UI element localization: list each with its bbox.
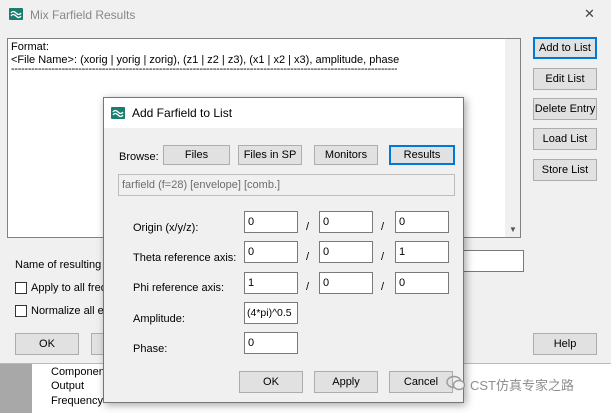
slash-separator: / [381,281,385,293]
dialog-title: Add Farfield to List [132,106,233,120]
slash-separator: / [381,251,385,263]
tree-item: Componen [51,366,105,378]
dialog-apply-button[interactable]: Apply [314,371,378,393]
add-to-list-button[interactable]: Add to List [533,37,597,59]
watermark-logo-icon [446,375,466,391]
edit-list-button[interactable]: Edit List [533,68,597,90]
amplitude-label: Amplitude: [133,313,185,325]
tree-item: Output [51,380,85,392]
tree-item: Frequency [51,395,103,407]
apply-all-frequencies-checkbox[interactable] [15,282,27,294]
watermark-text: CST仿真专家之路 [470,378,575,393]
dialog-logo-icon [111,107,125,119]
format-separator: ----------------------------------------… [11,63,397,75]
delete-entry-button[interactable]: Delete Entry [533,98,597,120]
phi-y-input[interactable]: 0 [319,272,373,294]
browse-label: Browse: [119,151,159,163]
load-list-button[interactable]: Load List [533,128,597,150]
origin-y-input[interactable]: 0 [319,211,373,233]
theta-axis-label: Theta reference axis: [133,252,237,264]
browse-results-button[interactable]: Results [389,145,455,165]
phi-x-input[interactable]: 1 [244,272,298,294]
slash-separator: / [306,251,310,263]
slash-separator: / [306,281,310,293]
format-header: Format: [11,41,49,53]
theta-y-input[interactable]: 0 [319,241,373,263]
close-icon[interactable]: ✕ [584,6,595,22]
store-list-button[interactable]: Store List [533,159,597,181]
phase-input[interactable]: 0 [244,332,298,354]
apply-all-frequencies-label: Apply to all freq [31,282,107,294]
selected-farfield-field: farfield (f=28) [envelope] [comb.] [118,174,455,196]
origin-z-input[interactable]: 0 [395,211,449,233]
slash-separator: / [381,221,385,233]
main-ok-button[interactable]: OK [15,333,79,355]
normalize-all-checkbox[interactable] [15,305,27,317]
background-tree-gutter [0,364,32,413]
browse-files-in-sp-button[interactable]: Files in SP [238,145,302,165]
result-name-label: Name of resulting f [15,259,108,271]
origin-label: Origin (x/y/z): [133,222,199,234]
phi-axis-label: Phi reference axis: [133,282,225,294]
main-help-button[interactable]: Help [533,333,597,355]
theta-z-input[interactable]: 1 [395,241,449,263]
amplitude-input[interactable]: (4*pi)^0.5 [244,302,298,324]
dialog-ok-button[interactable]: OK [239,371,303,393]
app-logo-icon [9,8,23,20]
scroll-down-icon[interactable]: ▼ [509,225,517,234]
dialog-cancel-button[interactable]: Cancel [389,371,453,393]
list-scrollbar[interactable] [505,39,520,237]
browse-monitors-button[interactable]: Monitors [314,145,378,165]
theta-x-input[interactable]: 0 [244,241,298,263]
browse-files-button[interactable]: Files [163,145,230,165]
main-window-title: Mix Farfield Results [30,8,136,22]
phase-label: Phase: [133,343,168,355]
origin-x-input[interactable]: 0 [244,211,298,233]
phi-z-input[interactable]: 0 [395,272,449,294]
normalize-all-label: Normalize all ex [31,305,110,317]
slash-separator: / [306,221,310,233]
